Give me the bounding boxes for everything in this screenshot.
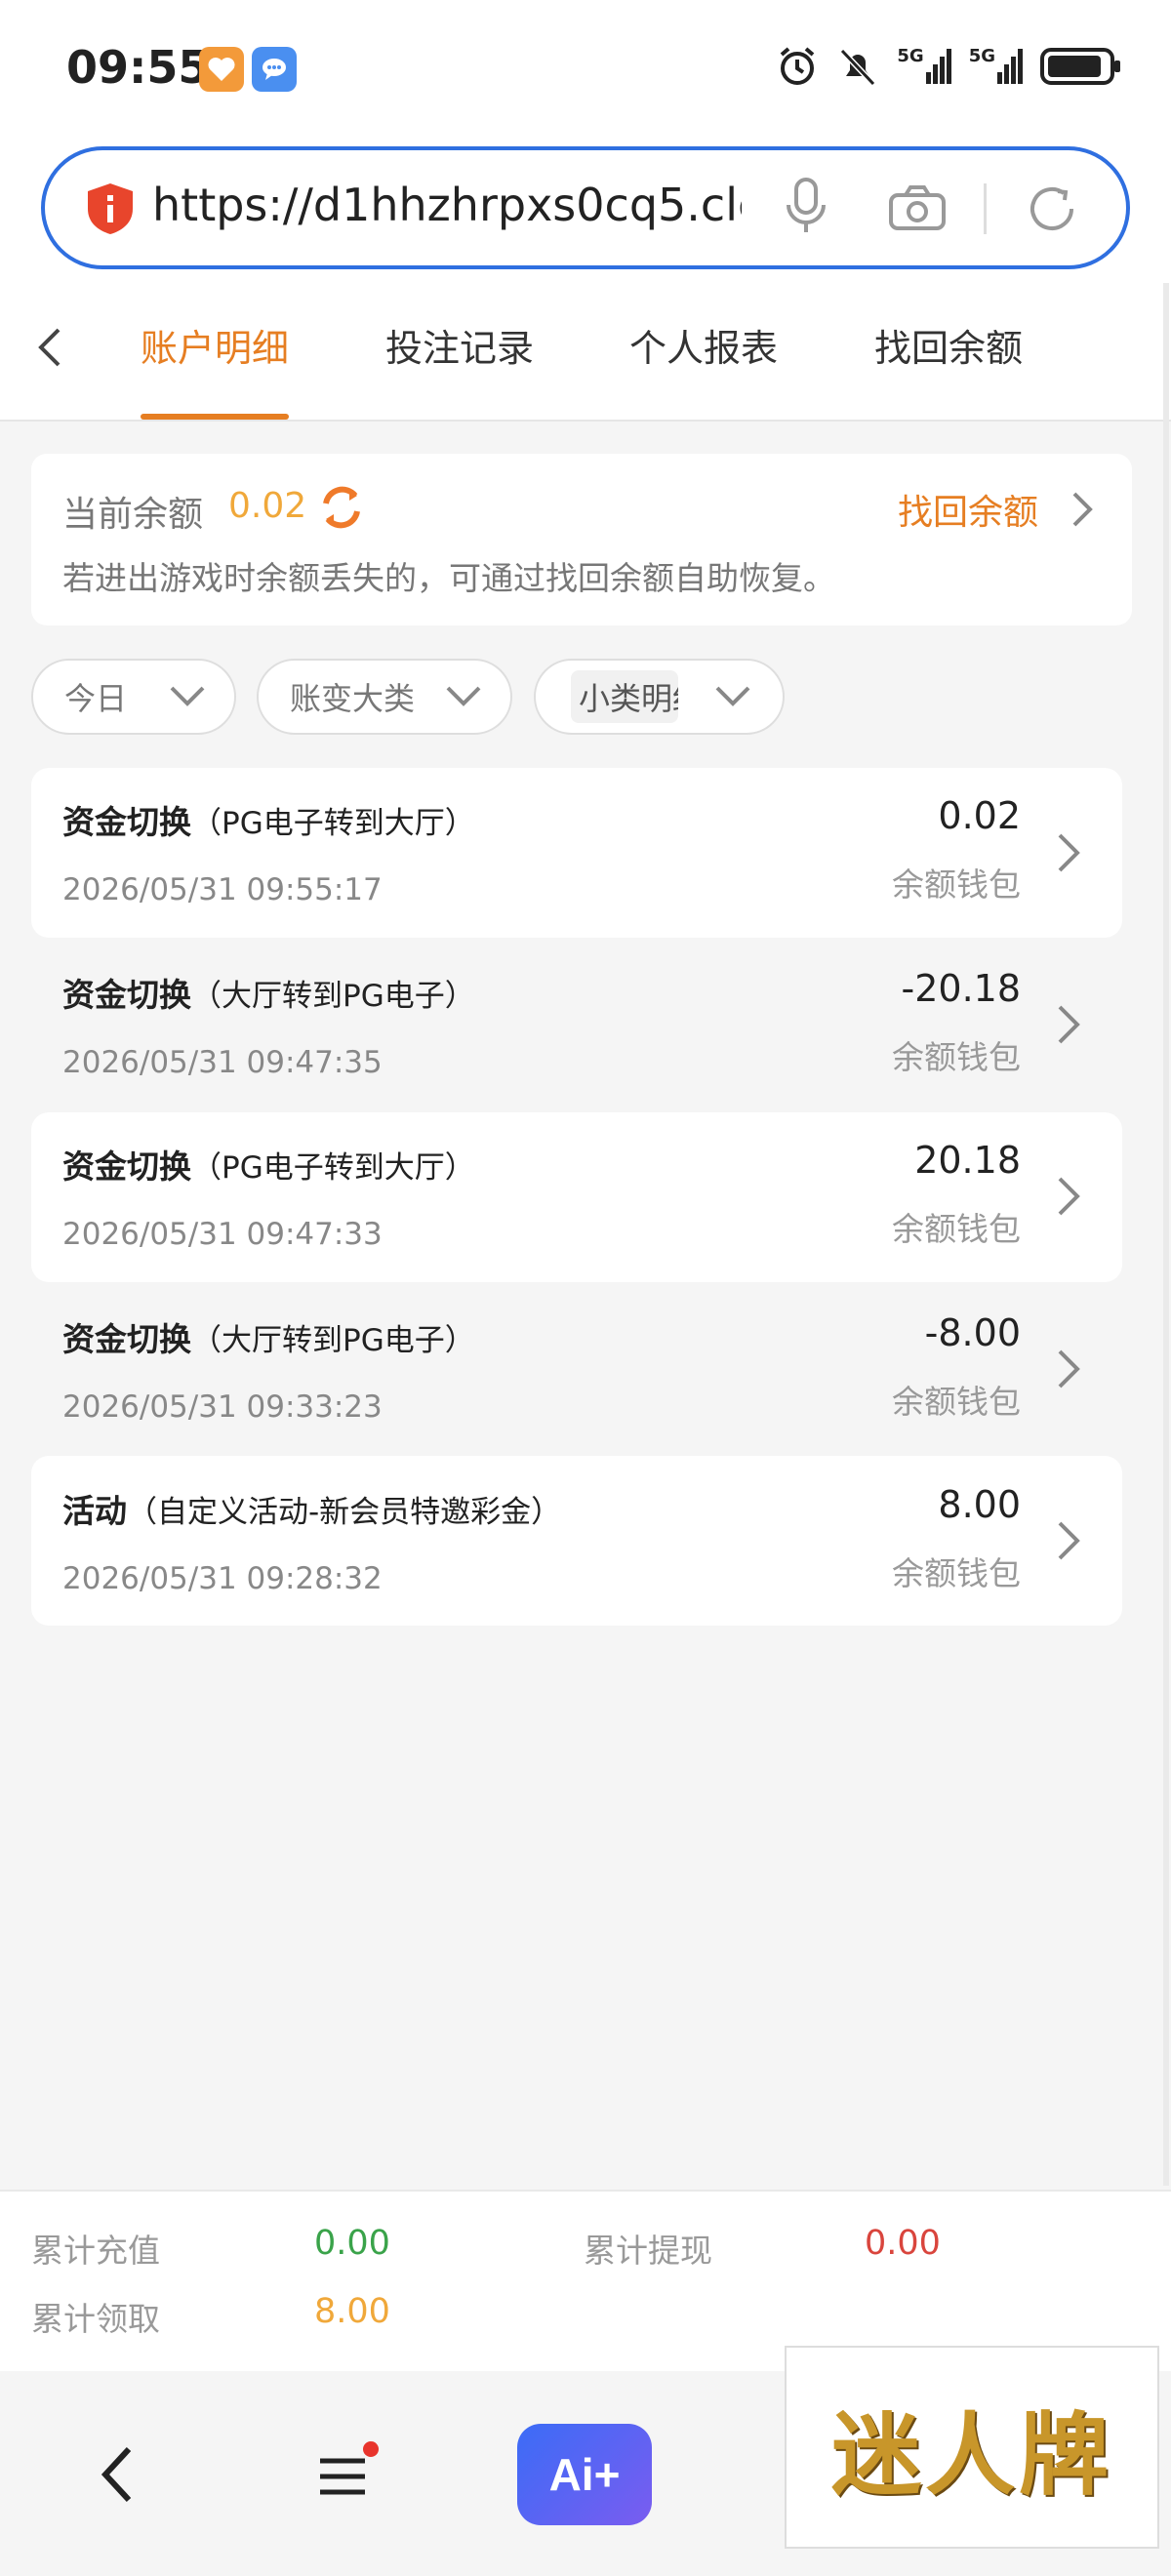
brand-logo-text: 迷人牌 [830,2401,1112,2508]
refresh-balance-icon[interactable] [316,482,367,537]
chevron-right-icon[interactable] [1056,1175,1081,1222]
recover-chevron-icon[interactable] [1070,490,1095,533]
transaction-amount: -20.18 [901,967,1022,1010]
transaction-detail: （PG电子转到大厅） [191,1150,475,1186]
tab-recover-balance[interactable]: 找回余额 [874,318,1023,372]
status-time: 09:55 [66,41,210,94]
transaction-time: 2026/05/31 09:47:33 [62,1217,383,1252]
transaction-title: 资金切换（大厅转到PG电子） [62,1313,475,1360]
transaction-title: 活动（自定义活动-新会员特邀彩金） [62,1485,561,1532]
recover-balance-link[interactable]: 找回余额 [898,484,1038,535]
ai-assistant-button[interactable]: Ai+ [517,2424,652,2525]
transaction-time: 2026/05/31 09:55:17 [62,872,383,907]
filter-subcategory[interactable]: 小类明细 [534,659,785,735]
signal-5g-icon-1: 5G [897,46,951,84]
transaction-wallet: 余额钱包 [892,1210,1021,1248]
battery-icon [1040,48,1120,85]
signal-5g-icon-2: 5G [969,46,1023,84]
filter-date[interactable]: 今日 [31,659,236,735]
chevron-right-icon[interactable] [1056,1348,1081,1394]
transaction-title: 资金切换（PG电子转到大厅） [62,1141,475,1187]
transaction-title: 资金切换（大厅转到PG电子） [62,969,475,1016]
chevron-down-icon [446,686,481,706]
transaction-title: 资金切换（PG电子转到大厅） [62,796,475,843]
total-claim-value: 8.00 [314,2292,390,2331]
transaction-type: 资金切换 [62,1147,191,1186]
transaction-detail: （大厅转到PG电子） [191,1323,475,1358]
refresh-icon[interactable] [1025,181,1079,240]
balance-tip: 若进出游戏时余额丢失的，可通过找回余额自助恢复。 [62,559,835,597]
filter-category[interactable]: 账变大类 [257,659,512,735]
transaction-amount: 20.18 [914,1139,1021,1182]
chevron-right-icon[interactable] [1056,1519,1081,1566]
transaction-time: 2026/05/31 09:33:23 [62,1389,383,1425]
microphone-icon[interactable] [781,178,831,240]
message-app-icon [252,47,297,92]
transaction-type: 活动 [62,1492,127,1530]
total-recharge-value: 0.00 [314,2224,390,2263]
total-claim-label: 累计领取 [31,2300,160,2338]
scrollbar[interactable] [1163,283,1169,2186]
url-text[interactable]: https://d1hhzhrpxs0cq5.clc [152,179,742,231]
brand-logo: 迷人牌 [785,2346,1159,2549]
transaction-type: 资金切换 [62,1320,191,1358]
transaction-amount: 0.02 [938,794,1021,837]
transaction-wallet: 余额钱包 [892,865,1021,904]
active-tab-indicator [141,414,289,420]
transaction-type: 资金切换 [62,803,191,841]
status-icons: 5G 5G [776,45,1122,88]
chevron-down-icon [715,686,750,706]
transaction-time: 2026/05/31 09:47:35 [62,1045,383,1080]
camera-icon[interactable] [888,183,947,236]
tab-bet-records[interactable]: 投注记录 [385,318,534,372]
nav-back-icon[interactable] [98,2445,137,2508]
filter-category-label: 账变大类 [290,680,416,717]
transaction-wallet: 余额钱包 [892,1383,1021,1421]
transaction-row[interactable] [31,940,1122,1109]
security-warning-icon[interactable] [84,181,137,240]
chevron-right-icon[interactable] [1056,831,1081,878]
transaction-amount: 8.00 [938,1483,1021,1526]
filter-subcategory-label: 小类明细 [571,670,678,723]
transaction-row[interactable] [31,1284,1122,1454]
tab-account-details[interactable]: 账户明细 [141,318,289,372]
transaction-type: 资金切换 [62,976,191,1014]
transaction-wallet: 余额钱包 [892,1038,1021,1076]
transaction-row[interactable] [31,1456,1122,1626]
transaction-time: 2026/05/31 09:28:32 [62,1561,383,1596]
transaction-detail: （自定义活动-新会员特邀彩金） [127,1495,562,1530]
tab-personal-report[interactable]: 个人报表 [629,318,778,372]
transaction-amount: -8.00 [924,1311,1021,1354]
app-heart-icon [199,47,244,92]
filter-date-label: 今日 [64,680,128,717]
menu-icon[interactable] [314,2441,383,2510]
transaction-wallet: 余额钱包 [892,1554,1021,1592]
transaction-detail: （PG电子转到大厅） [191,806,475,841]
alarm-icon [781,47,815,85]
balance-label: 当前余额 [62,495,204,535]
chevron-down-icon [170,686,205,706]
total-recharge-label: 累计充值 [31,2232,160,2270]
back-chevron-icon[interactable] [35,326,64,373]
mute-bell-icon [840,48,876,87]
total-withdraw-value: 0.00 [865,2224,941,2263]
toolbar-divider [984,183,987,234]
total-withdraw-label: 累计提现 [584,2232,712,2270]
summary-panel [0,2190,1171,2371]
balance-value: 0.02 [228,486,307,526]
balance-card [31,454,1132,625]
transaction-detail: （大厅转到PG电子） [191,979,475,1014]
chevron-right-icon[interactable] [1056,1003,1081,1050]
